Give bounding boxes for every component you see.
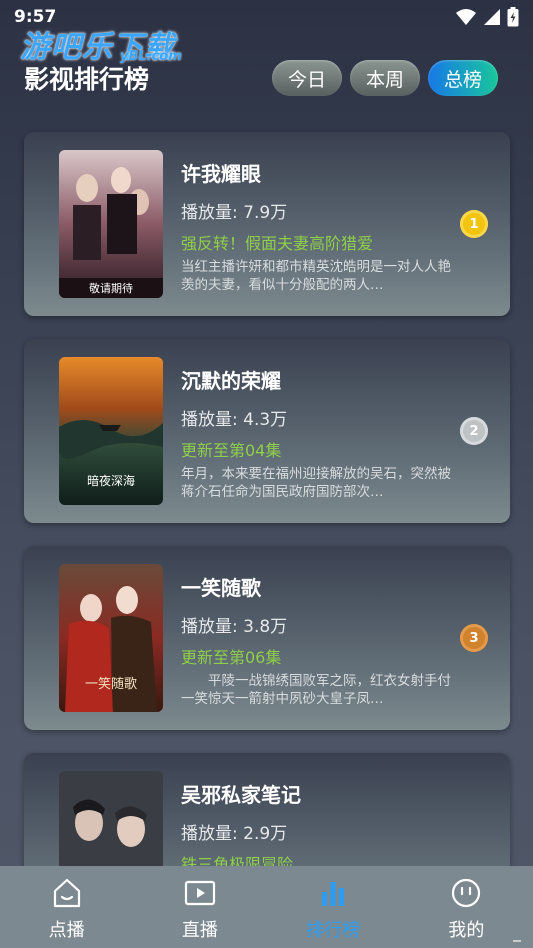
ranking-card[interactable]: 敬请期待 许我耀眼 播放量: 7.9万 强反转！假面夫妻高阶猎爱 当红主播许妍和… (24, 132, 510, 316)
tab-total[interactable]: 总榜 (428, 60, 498, 96)
status-icons (455, 7, 519, 27)
poster-image: 敬请期待 (59, 150, 163, 298)
play-icon (183, 876, 217, 910)
home-icon (50, 876, 84, 910)
item-description: 当红主播许妍和都市精英沈皓明是一对人人艳羡的夫妻，看似十分般配的两人… (181, 259, 451, 293)
item-tag: 更新至第06集 (181, 648, 282, 667)
item-plays: 播放量: 4.3万 (181, 410, 288, 430)
rank-badge: 2 (460, 417, 488, 445)
ranking-tabs: 今日 本周 总榜 (272, 60, 498, 96)
item-tag: 强反转！假面夫妻高阶猎爱 (181, 234, 374, 253)
item-title: 一笑随歌 (181, 576, 261, 600)
nav-item-profile[interactable]: 我的 (400, 866, 533, 948)
nav-label: 排行榜 (306, 920, 361, 941)
page-title: 影视排行榜 (24, 65, 150, 94)
nav-item-vod[interactable]: 点播 (0, 866, 133, 948)
nav-label: 点播 (48, 920, 85, 941)
poster-image: 暗夜深海 (59, 357, 163, 505)
tab-today[interactable]: 今日 (272, 60, 342, 96)
item-plays: 播放量: 7.9万 (181, 203, 288, 223)
item-tag: 更新至第04集 (181, 441, 282, 460)
profile-icon (449, 876, 483, 910)
poster-image: 一笑随歌 (59, 564, 163, 712)
svg-text:暗夜深海: 暗夜深海 (87, 473, 135, 488)
item-description: 平陵一战锦绣国败军之际，红衣女射手付一笑惊天一箭射中夙砂大皇子凤… (181, 673, 451, 707)
item-title: 吴邪私家笔记 (181, 783, 301, 807)
nav-item-ranking[interactable]: 排行榜 (267, 866, 400, 948)
item-description: 年月，本来要在福州迎接解放的吴石，突然被蒋介石任命为国民政府国防部次… (181, 466, 451, 500)
item-title: 沉默的荣耀 (181, 369, 281, 393)
item-plays: 播放量: 3.8万 (181, 617, 288, 637)
bottom-nav: 点播 直播 排行榜 我的 (0, 866, 533, 948)
rank-badge: 1 (460, 210, 488, 238)
nav-label: 我的 (448, 920, 485, 941)
nav-label: 直播 (181, 920, 218, 941)
wifi-icon (456, 9, 476, 25)
nav-item-live[interactable]: 直播 (133, 866, 266, 948)
ranking-card[interactable]: 一笑随歌 一笑随歌 播放量: 3.8万 更新至第06集 平陵一战锦绣国败军之际，… (24, 546, 510, 730)
item-plays: 播放量: 2.9万 (181, 824, 288, 844)
svg-text:一笑随歌: 一笑随歌 (85, 676, 137, 692)
rank-badge: 3 (460, 624, 488, 652)
home-indicator (513, 940, 521, 942)
bar-chart-icon (316, 876, 350, 910)
battery-icon (507, 7, 519, 27)
signal-icon (484, 9, 500, 25)
ranking-card[interactable]: 暗夜深海 沉默的荣耀 播放量: 4.3万 更新至第04集 年月，本来要在福州迎接… (24, 339, 510, 523)
tab-week[interactable]: 本周 (350, 60, 420, 96)
item-title: 许我耀眼 (181, 162, 261, 186)
svg-text:敬请期待: 敬请期待 (89, 281, 133, 295)
